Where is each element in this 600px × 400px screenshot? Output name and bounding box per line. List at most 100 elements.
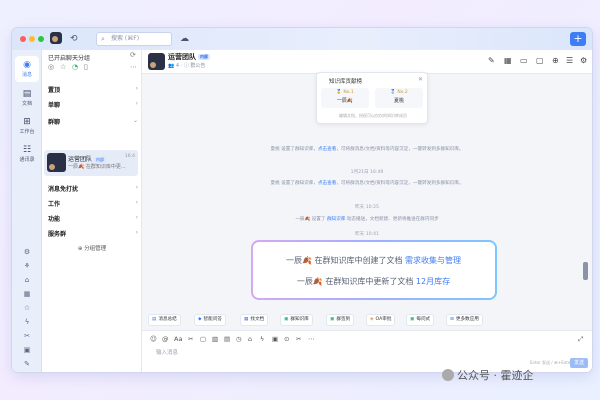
doc-link[interactable]: 需求收集与管理 (405, 256, 461, 265)
lightning-icon[interactable]: ϟ (12, 318, 42, 326)
rank-no: 🥇 No.1 (336, 90, 354, 95)
edit-icon[interactable]: ✎ (12, 360, 42, 368)
check-icon[interactable]: ◔ (72, 63, 78, 71)
box-icon[interactable]: ▣ (12, 346, 42, 354)
calendar-icon[interactable]: ▦ (12, 290, 42, 298)
tool-qa-button[interactable]: ◆ 智能问答 (194, 314, 226, 326)
tool-kb-button[interactable]: ▣ 群知识库 (280, 314, 313, 326)
contacts-icon: ☷ (22, 145, 32, 155)
header-avatar[interactable] (148, 53, 165, 70)
refresh-icon[interactable]: ⟳ (130, 51, 136, 59)
chat-item-ops-team[interactable]: 运营团队 内部 16:4 一辰🍂 在群知识库中更... (44, 150, 138, 176)
apps-icon: ⊞ (450, 317, 454, 322)
maximize-window-dot[interactable] (38, 36, 44, 42)
system-message: 夏桃 设置了群知识库，点击查看，可将群消息/文档/资料等内容沉淀，一键转发到多群… (162, 146, 572, 153)
clip-icon[interactable]: ▯ (84, 63, 88, 71)
scissors-icon[interactable]: ✂ (12, 332, 42, 340)
doc-link[interactable]: 12月库存 (416, 277, 450, 286)
at-icon[interactable]: ◎ (48, 63, 54, 71)
group-direct[interactable]: 单聊 › (48, 100, 138, 109)
tool-summary-button[interactable]: ▤ 消息总结 (148, 314, 181, 326)
scrollbar-handle[interactable] (583, 262, 588, 280)
history-icon[interactable]: ⟲ (70, 32, 78, 46)
tool-checkin-button[interactable]: ▣ 群签到 (326, 314, 355, 326)
at-icon[interactable]: @ (162, 335, 169, 343)
minimize-window-dot[interactable] (29, 36, 35, 42)
group-service[interactable]: 服务群 › (48, 229, 138, 238)
title-bar: ⟲ ⌕ 搜索 (⌘F) ☁ + (12, 28, 592, 50)
chat-header: 运营团队 内部 👥 4 · ⓘ 群公告 ✎ ▦ ▭ ▢ ⊕ ☰ ⚙ (142, 50, 592, 74)
rail-item-workbench[interactable]: ⊞ 工作台 (15, 114, 39, 138)
view-link[interactable]: 点击查看 (318, 181, 336, 186)
list-icon[interactable]: ☰ (566, 56, 573, 65)
app-window: ⟲ ⌕ 搜索 (⌘F) ☁ + ◉ 消息 ▤ 文档 ⊞ 工作台 ☷ 通讯录 ⚙ … (12, 28, 592, 372)
scissors-icon[interactable]: ✂ (296, 335, 301, 343)
search-input[interactable]: ⌕ 搜索 (⌘F) (96, 32, 172, 46)
new-button[interactable]: + (570, 32, 586, 46)
user-avatar[interactable] (50, 32, 62, 44)
checkin-icon: ▣ (330, 317, 335, 322)
folder-icon[interactable]: ▢ (536, 56, 544, 65)
tool-find-doc-button[interactable]: ▦ 找文档 (240, 314, 269, 326)
tool-oa-button[interactable]: ◈ OA审批 (366, 314, 396, 326)
group-label: 置顶 (48, 87, 61, 94)
gear-icon[interactable]: ⚙ (580, 56, 587, 65)
image-icon[interactable]: ▧ (212, 335, 218, 343)
tree-icon[interactable]: ⚘ (12, 262, 42, 270)
text-format-icon[interactable]: Aa (174, 335, 182, 343)
group-mute[interactable]: 消息免打扰 › (48, 184, 138, 193)
tool-label: 找文档 (250, 317, 265, 322)
rail-item-contacts[interactable]: ☷ 通讯录 (15, 142, 39, 166)
edit-doc-icon[interactable]: ✎ (488, 56, 495, 65)
group-manage-button[interactable]: ⊕ 分组管理 (52, 244, 132, 252)
video-icon[interactable]: ▭ (520, 56, 528, 65)
close-window-dot[interactable] (20, 36, 26, 42)
summary-icon: ▤ (152, 317, 157, 322)
mic-icon[interactable]: ⊙ (284, 335, 289, 343)
screenshot-icon[interactable]: ✂ (188, 335, 193, 343)
group-pinned[interactable]: 置顶 › (48, 85, 138, 94)
more-icon[interactable]: ⋯ (308, 335, 315, 343)
send-button[interactable]: 发送 (570, 358, 588, 368)
lightning-icon[interactable]: ϟ (260, 335, 264, 343)
group-groups[interactable]: 群聊 ⌄ (48, 117, 138, 126)
tool-more-apps-button[interactable]: ⊞ 更多数应用 (446, 314, 483, 326)
group-work[interactable]: 工作 › (48, 199, 138, 208)
calendar-icon[interactable]: ▦ (504, 56, 512, 65)
doc-icon[interactable]: ▤ (224, 335, 230, 343)
rank-no: 🥈 No.2 (390, 90, 408, 95)
rail-item-messages[interactable]: ◉ 消息 (15, 56, 39, 82)
bookmark-icon[interactable]: ⌂ (12, 276, 42, 284)
doc-created-line: 一辰🍂 在群知识库中创建了文档 需求收集与管理 (253, 255, 494, 266)
expand-icon[interactable]: ⤢ (578, 335, 583, 344)
template-icon[interactable]: ▣ (272, 335, 278, 343)
knowledge-base-link[interactable]: 群知识库 (327, 217, 345, 222)
star-icon[interactable]: ☆ (60, 63, 66, 71)
apps-icon[interactable]: ⚙ (12, 248, 42, 256)
close-icon[interactable]: ✕ (418, 76, 423, 83)
rail-item-docs[interactable]: ▤ 文档 (15, 86, 39, 110)
tool-label: 群知识库 (290, 317, 309, 322)
chat-subtitle[interactable]: 👥 4 · ⓘ 群公告 (168, 62, 205, 69)
find-doc-icon: ▦ (244, 317, 249, 322)
cart-icon[interactable]: ⌂ (248, 335, 252, 343)
tool-ask-button[interactable]: ▣ 每问式 (406, 314, 435, 326)
rail-label-workbench: 工作台 (19, 129, 35, 135)
clock-icon[interactable]: ◷ (236, 335, 242, 343)
contribution-card: 知识库贡献榜 ✕ 🥇 No.1 一辰🍂 🥈 No.2 夏桃 编辑文档、授权可以仅… (316, 72, 428, 124)
rank-name: 一辰🍂 (336, 98, 354, 104)
timestamp: 昨天 10:25 (355, 205, 379, 210)
search-placeholder: 搜索 (⌘F) (111, 35, 140, 42)
chat-name: 运营团队 (68, 156, 93, 163)
more-icon[interactable]: ⋯ (130, 63, 137, 71)
folder-icon[interactable]: ▢ (200, 335, 206, 343)
cloud-icon[interactable]: ☁ (180, 32, 189, 46)
star-icon[interactable]: ☆ (12, 304, 42, 312)
add-member-icon[interactable]: ⊕ (552, 56, 559, 65)
message-input[interactable]: 输入消息 (156, 348, 178, 356)
system-message: 一辰🍂 设置了 群知识库 动态播送，文档新建、更新将推送在群内同步 (162, 216, 572, 223)
emoji-icon[interactable]: ☺ (150, 335, 157, 343)
view-link[interactable]: 点击查看 (318, 147, 336, 152)
group-function[interactable]: 功能 › (48, 214, 138, 223)
rank-name: 夏桃 (393, 98, 404, 104)
